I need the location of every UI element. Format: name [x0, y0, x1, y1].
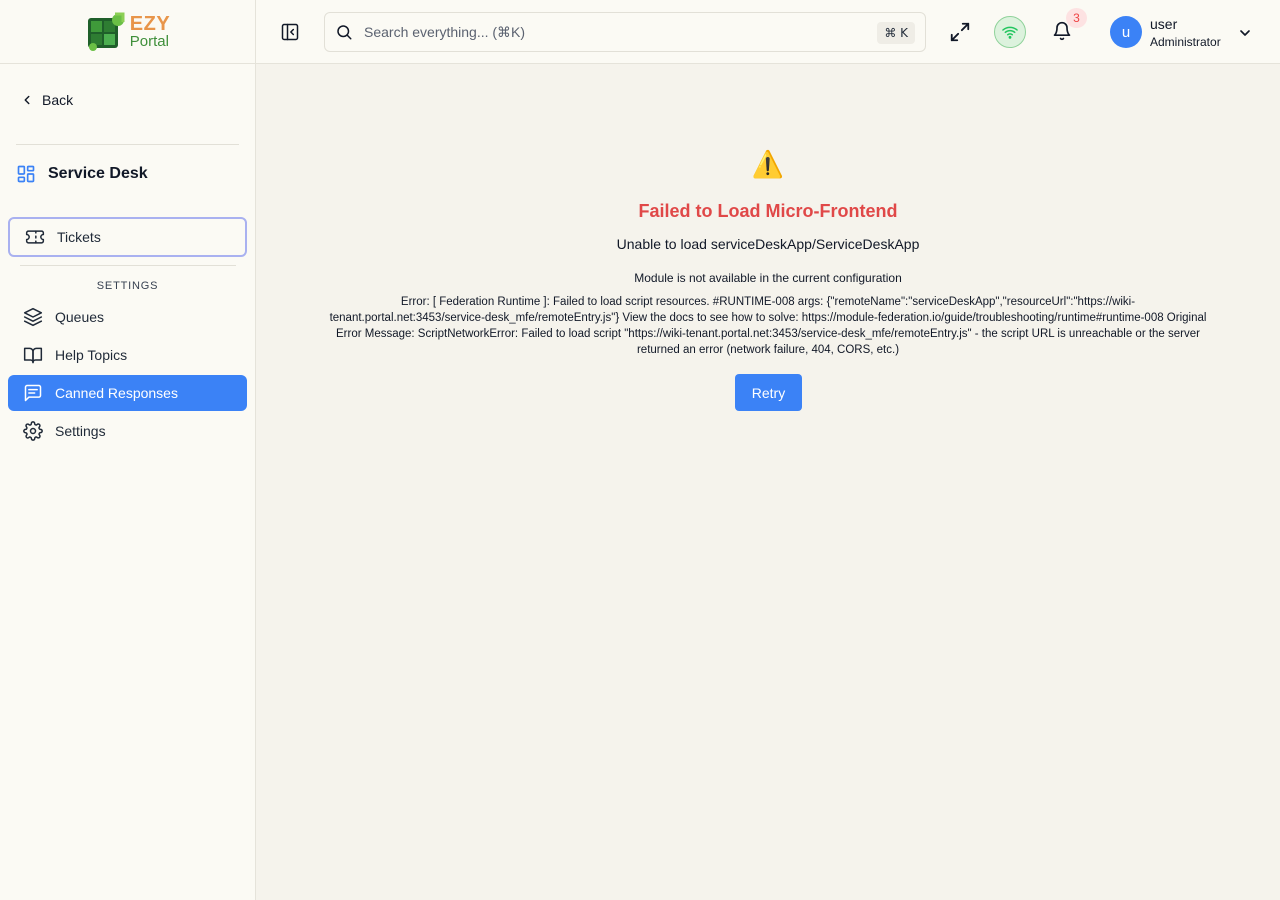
back-label: Back	[42, 92, 74, 108]
logo-text: EZY Portal	[130, 14, 170, 49]
layout-dashboard-icon	[17, 165, 35, 183]
sidebar-item-canned-responses[interactable]: Canned Responses	[8, 375, 247, 411]
panel-left-close-icon	[281, 23, 299, 41]
sidebar-item-label: Settings	[55, 423, 106, 439]
wifi-icon	[1002, 26, 1018, 39]
section-title-label: Service Desk	[48, 165, 148, 182]
logo-area: EZY Portal	[0, 0, 255, 64]
book-open-icon	[23, 347, 43, 364]
gear-icon	[23, 421, 43, 441]
back-button[interactable]: Back	[20, 92, 73, 108]
maximize-icon	[950, 22, 970, 42]
main-content: ⚠️ Failed to Load Micro-Frontend Unable …	[256, 64, 1280, 900]
sidebar-item-tickets[interactable]: Tickets	[8, 217, 247, 257]
retry-button[interactable]: Retry	[735, 374, 802, 411]
chevron-left-icon	[24, 95, 30, 105]
notification-count-badge: 3	[1066, 8, 1087, 28]
sidebar-item-label: Queues	[55, 309, 105, 325]
layers-icon	[23, 307, 43, 327]
error-title: Failed to Load Micro-Frontend	[638, 201, 898, 221]
chevron-down-icon	[1240, 30, 1250, 36]
search-icon	[337, 25, 352, 40]
user-role: Administrator	[1150, 35, 1221, 49]
sidebar-divider	[16, 144, 239, 145]
warning-icon: ⚠️	[751, 150, 785, 180]
global-search[interactable]: ⌘ K	[324, 12, 926, 52]
sidebar-item-queues[interactable]: Queues	[8, 299, 247, 335]
search-shortcut-badge: ⌘ K	[877, 22, 915, 44]
user-menu-button[interactable]	[1237, 25, 1253, 46]
avatar[interactable]: u	[1110, 16, 1142, 48]
logo-portal: Portal	[129, 33, 169, 50]
sidebar-item-settings[interactable]: Settings	[8, 413, 247, 449]
error-subtitle: Unable to load serviceDeskApp/ServiceDes…	[616, 236, 920, 252]
sidebar-item-label: Help Topics	[55, 347, 128, 363]
top-header: ⌘ K 3 u user Administrator	[256, 0, 1280, 64]
app-logo[interactable]: EZY Portal	[85, 12, 170, 52]
sidebar-divider	[20, 265, 236, 266]
sidebar-toggle-button[interactable]	[280, 22, 300, 47]
connection-status-button[interactable]	[994, 16, 1026, 48]
ticket-icon	[25, 230, 45, 244]
sidebar-item-label: Canned Responses	[55, 385, 178, 401]
settings-group-label: SETTINGS	[96, 280, 159, 292]
puzzle-logo-icon	[87, 12, 125, 51]
sidebar: EZY Portal Back Service Desk Tickets SET…	[0, 0, 256, 900]
sidebar-item-help-topics[interactable]: Help Topics	[8, 337, 247, 373]
fullscreen-button[interactable]	[949, 21, 971, 48]
error-detail: Module is not available in the current c…	[634, 271, 902, 285]
logo-ezy: EZY	[129, 13, 171, 35]
search-input[interactable]	[364, 24, 844, 40]
sidebar-item-label: Tickets	[57, 229, 101, 245]
section-title: Service Desk	[16, 164, 148, 184]
error-message: Error: [ Federation Runtime ]: Failed to…	[329, 296, 1207, 356]
message-square-text-icon	[24, 384, 42, 402]
user-name: user	[1150, 16, 1178, 32]
